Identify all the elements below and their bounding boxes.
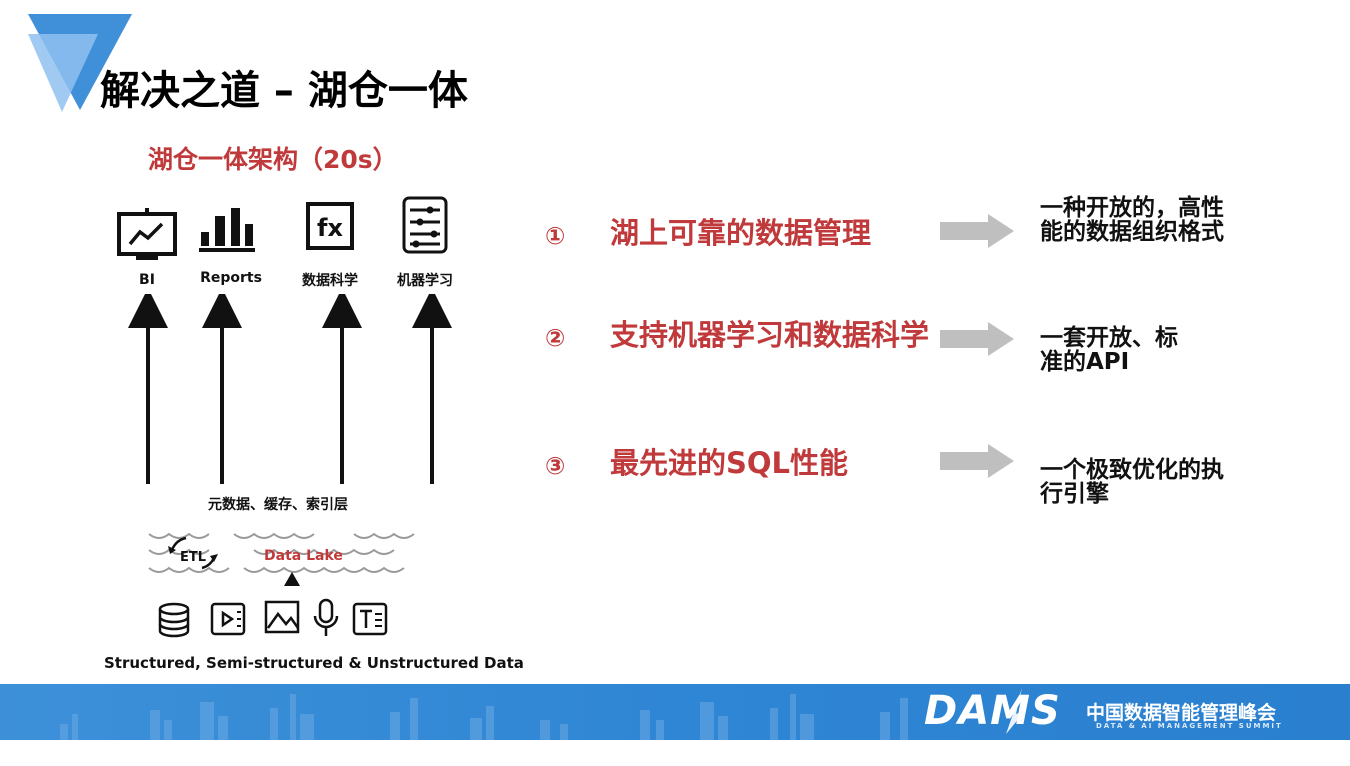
circuit-icon — [402, 196, 448, 254]
database-icon — [158, 602, 190, 638]
app-label-reports: Reports — [200, 270, 262, 286]
data-lake-label: Data Lake — [264, 548, 343, 564]
etl-label: ETL — [180, 550, 207, 565]
sources-caption: Structured, Semi-structured & Unstructur… — [104, 654, 524, 672]
svg-text:fx: fx — [317, 214, 343, 242]
app-label-machine-learning: 机器学习 — [397, 273, 453, 289]
point-number-2: ② — [545, 324, 566, 352]
point-text-3: 最先进的SQL性能 — [610, 446, 849, 480]
bar-chart-icon — [199, 208, 255, 252]
footer-brand-chinese: 中国数据智能管理峰会 — [1086, 702, 1277, 724]
chart-monitor-icon — [117, 208, 177, 260]
result-text-1: 一种开放的，高性能的数据组织格式 — [1040, 195, 1224, 245]
up-arrows — [128, 294, 452, 484]
point-number-3: ③ — [545, 452, 566, 480]
result-text-3: 一个极致优化的执行引擎 — [1040, 457, 1224, 507]
right-arrow-icon — [940, 444, 1014, 478]
point-text-2: 支持机器学习和数据科学 — [610, 318, 930, 352]
right-arrow-icon — [940, 214, 1014, 248]
footer-brand-english: DATA & AI MANAGEMENT SUMMIT — [1096, 722, 1283, 730]
function-fx-icon: fx — [306, 202, 354, 250]
right-arrow-icon — [940, 322, 1014, 356]
slide-title: 解决之道 – 湖仓一体 — [100, 68, 468, 114]
point-number-1: ① — [545, 222, 566, 250]
app-label-bi: BI — [139, 272, 155, 288]
microphone-icon — [313, 598, 339, 636]
footer-banner: DAMS 中国数据智能管理峰会 DATA & AI MANAGEMENT SUM… — [0, 684, 1350, 740]
app-label-data-science: 数据科学 — [302, 273, 358, 289]
image-file-icon — [264, 600, 300, 634]
architecture-title: 湖仓一体架构（20s） — [148, 145, 398, 174]
video-file-icon — [210, 602, 246, 636]
point-text-1: 湖上可靠的数据管理 — [610, 216, 872, 250]
text-file-icon — [352, 602, 388, 636]
metadata-layer-label: 元数据、缓存、索引层 — [208, 497, 348, 513]
result-text-2: 一套开放、标准的API — [1040, 325, 1178, 375]
